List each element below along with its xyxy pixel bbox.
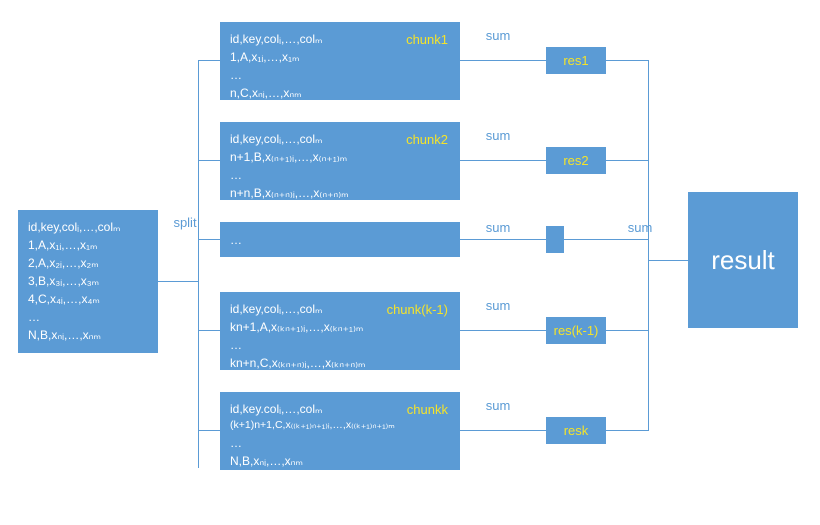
conn-split-bus — [198, 60, 199, 468]
chunk1-row1: 1,A,x₁ᵢ,…,x₁ₘ — [230, 48, 450, 66]
chunk1-rowN: n,C,xₙᵢ,…,xₙₘ — [230, 84, 450, 102]
chunk1-dots: … — [230, 66, 450, 84]
conn-resdots-bus — [564, 239, 648, 240]
source-row-3: 3,B,x₃ᵢ,…,x₃ₘ — [28, 272, 148, 290]
chunkk-rowN: N,B,xₙᵢ,…,xₙₘ — [230, 452, 450, 470]
conn-resk1-bus — [606, 330, 648, 331]
chunkk1-rowN: kn+n,C,x₍ₖₙ₊ₙ₎ᵢ,…,x₍ₖₙ₊ₙ₎ₘ — [230, 354, 450, 372]
res2-label: res2 — [563, 153, 588, 168]
sum-label-1: sum — [478, 28, 518, 43]
chunkk-dots: … — [230, 434, 450, 452]
conn-bus-chunkk1 — [198, 330, 220, 331]
sum-label-dots: sum — [478, 220, 518, 235]
conn-chunkk1-resk1 — [460, 330, 546, 331]
conn-bus-result — [648, 260, 688, 261]
resk1-box: res(k-1) — [546, 317, 606, 344]
conn-res2-bus — [606, 160, 648, 161]
source-row-dots: … — [28, 308, 148, 326]
resk-box: resk — [546, 417, 606, 444]
conn-chunkdots-res — [460, 239, 546, 240]
res1-box: res1 — [546, 47, 606, 74]
resk1-label: res(k-1) — [554, 323, 599, 338]
chunkk1-box: id,key,colᵢ,…,colₘ kn+1,A,x₍ₖₙ₊₁₎ᵢ,…,x₍ₖ… — [220, 292, 460, 370]
sum-label-k: sum — [478, 398, 518, 413]
source-row-n: N,B,xₙᵢ,…,xₙₘ — [28, 326, 148, 344]
source-row-2: 2,A,x₂ᵢ,…,x₂ₘ — [28, 254, 148, 272]
conn-bus-chunk1 — [198, 60, 220, 61]
chunk-ellipsis-text: … — [230, 231, 242, 249]
result-box: result — [688, 192, 798, 328]
source-row-header: id,key,colᵢ,…,colₘ — [28, 218, 148, 236]
conn-resk-bus — [606, 430, 648, 431]
res-ellipsis-box — [546, 226, 564, 253]
conn-res1-bus — [606, 60, 648, 61]
conn-bus-chunkdots — [198, 239, 220, 240]
res1-label: res1 — [563, 53, 588, 68]
conn-chunk1-res1 — [460, 60, 546, 61]
chunk-ellipsis-box: … — [220, 222, 460, 257]
res2-box: res2 — [546, 147, 606, 174]
conn-result-bus — [648, 60, 649, 431]
conn-bus-chunk2 — [198, 160, 220, 161]
chunk2-row1: n+1,B,x₍ₙ₊₁₎ᵢ,…,x₍ₙ₊₁₎ₘ — [230, 148, 450, 166]
chunk1-label: chunk1 — [406, 30, 448, 50]
chunk2-box: id,key,colᵢ,…,colₘ n+1,B,x₍ₙ₊₁₎ᵢ,…,x₍ₙ₊₁… — [220, 122, 460, 200]
conn-source-bus — [158, 281, 198, 282]
source-row-4: 4,C,x₄ᵢ,…,x₄ₘ — [28, 290, 148, 308]
conn-bus-chunkk — [198, 430, 220, 431]
chunkk1-row1: kn+1,A,x₍ₖₙ₊₁₎ᵢ,…,x₍ₖₙ₊₁₎ₘ — [230, 318, 450, 336]
chunk2-rowN: n+n,B,x₍ₙ₊ₙ₎ᵢ,…,x₍ₙ₊ₙ₎ₘ — [230, 184, 450, 202]
chunkk1-label: chunk(k-1) — [387, 300, 448, 320]
chunk2-dots: … — [230, 166, 450, 184]
chunkk-box: id,key.colᵢ,…,colₘ (k+1)n+1,C,x₍₍ₖ₊₁₎ₙ₊₁… — [220, 392, 460, 470]
chunk1-box: id,key,colᵢ,…,colₘ 1,A,x₁ᵢ,…,x₁ₘ … n,C,x… — [220, 22, 460, 100]
sum-label-final: sum — [620, 220, 660, 235]
source-data-box: id,key,colᵢ,…,colₘ 1,A,x₁ᵢ,…,x₁ₘ 2,A,x₂ᵢ… — [18, 210, 158, 353]
conn-chunk2-res2 — [460, 160, 546, 161]
resk-label: resk — [564, 423, 589, 438]
source-row-1: 1,A,x₁ᵢ,…,x₁ₘ — [28, 236, 148, 254]
conn-chunkk-resk — [460, 430, 546, 431]
chunk2-label: chunk2 — [406, 130, 448, 150]
chunkk-label: chunkk — [407, 400, 448, 420]
result-label: result — [711, 245, 775, 276]
split-label: split — [165, 215, 205, 230]
sum-label-k1: sum — [478, 298, 518, 313]
chunkk-row1: (k+1)n+1,C,x₍₍ₖ₊₁₎ₙ₊₁₎ᵢ,…,x₍₍ₖ₊₁₎ₙ₊₁₎ₘ — [230, 418, 450, 434]
chunkk1-dots: … — [230, 336, 450, 354]
sum-label-2: sum — [478, 128, 518, 143]
